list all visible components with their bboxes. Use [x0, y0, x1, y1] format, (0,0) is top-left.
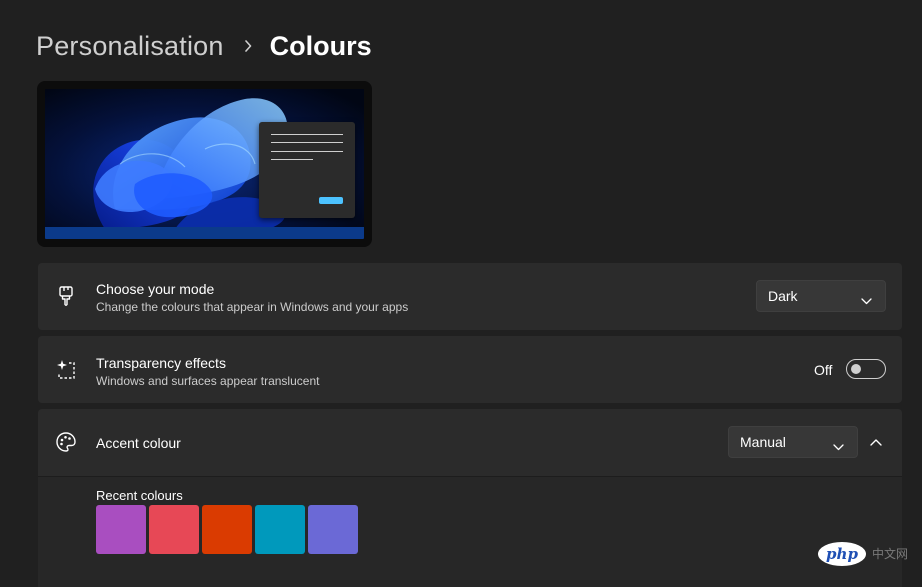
- chevron-down-icon: [861, 292, 872, 308]
- chevron-down-icon: [833, 438, 844, 454]
- colour-swatch-4[interactable]: [255, 505, 305, 554]
- colour-swatch-1[interactable]: [96, 505, 146, 554]
- mode-description: Change the colours that appear in Window…: [96, 300, 409, 314]
- mode-title: Choose your mode: [96, 281, 215, 297]
- transparency-sparkle-icon: [55, 358, 77, 380]
- mode-dropdown-value: Dark: [768, 288, 798, 304]
- preview-taskbar: [45, 227, 364, 239]
- transparency-description: Windows and surfaces appear translucent: [96, 374, 320, 388]
- mode-dropdown[interactable]: Dark: [756, 280, 886, 312]
- theme-preview: [37, 81, 372, 247]
- collapse-button[interactable]: [864, 430, 888, 454]
- colour-swatch-3[interactable]: [202, 505, 252, 554]
- accent-dropdown[interactable]: Manual: [728, 426, 858, 458]
- watermark-text: 中文网: [872, 547, 909, 561]
- preview-window: [259, 122, 355, 218]
- preview-accent-button: [319, 197, 343, 204]
- page-title: Colours: [269, 30, 372, 61]
- colour-swatch-5[interactable]: [308, 505, 358, 554]
- transparency-state-label: Off: [814, 362, 833, 378]
- accent-setting-card[interactable]: Accent colour Manual: [38, 409, 902, 476]
- chevron-up-icon: [870, 433, 882, 451]
- desktop-preview: [45, 89, 364, 239]
- accent-dropdown-value: Manual: [740, 434, 786, 450]
- brush-icon: [55, 285, 77, 307]
- recent-colours-label: Recent colours: [96, 488, 183, 503]
- transparency-toggle[interactable]: [846, 359, 886, 379]
- transparency-setting-card: Transparency effects Windows and surface…: [38, 336, 902, 403]
- chevron-right-icon: [244, 40, 252, 52]
- breadcrumb: Personalisation Colours: [36, 28, 372, 64]
- accent-title: Accent colour: [96, 435, 181, 451]
- breadcrumb-parent[interactable]: Personalisation: [36, 31, 224, 62]
- transparency-title: Transparency effects: [96, 355, 226, 371]
- colour-swatch-2[interactable]: [149, 505, 199, 554]
- php-logo-watermark: php: [818, 542, 866, 566]
- palette-icon: [55, 431, 77, 453]
- toggle-knob: [851, 364, 861, 374]
- recent-colours-list: [96, 505, 358, 554]
- settings-page: Personalisation Colours Choose your mode…: [0, 0, 922, 587]
- accent-expanded-panel: Recent colours: [38, 476, 902, 587]
- mode-setting-card: Choose your mode Change the colours that…: [38, 263, 902, 330]
